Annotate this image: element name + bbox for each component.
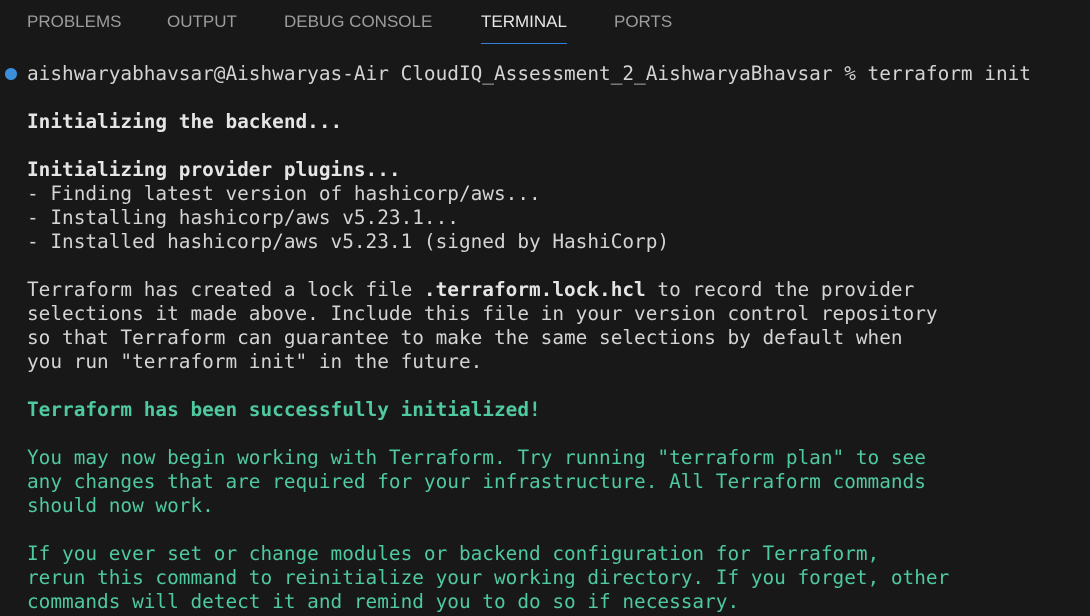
rerun-info-line: commands will detect it and remind you t… [27,590,740,613]
plugins-title-line: Initializing provider plugins... [27,158,401,181]
plugin-line: - Finding latest version of hashicorp/aw… [27,182,541,205]
command-status-dot-icon[interactable] [5,68,17,80]
plugin-line: - Installing hashicorp/aws v5.23.1... [27,206,459,229]
success-message-line: Terraform has been successfully initiali… [27,398,541,421]
lock-text-post: to record the provider [645,278,915,301]
lock-file-name: .terraform.lock.hcl [423,278,646,301]
next-steps-line: should now work. [27,494,214,517]
tab-ports[interactable]: PORTS [614,0,672,44]
tab-debug-console[interactable]: DEBUG CONSOLE [284,0,432,44]
tab-problems[interactable]: PROBLEMS [27,0,121,44]
rerun-info-line: If you ever set or change modules or bac… [27,542,880,565]
command-prompt-line: aishwaryabhavsar@Aishwaryas-Air CloudIQ_… [27,62,1031,85]
terminal-output[interactable]: aishwaryabhavsar@Aishwaryas-Air CloudIQ_… [0,62,1090,616]
lock-info-line: so that Terraform can guarantee to make … [27,326,903,349]
lock-file-line: Terraform has created a lock file .terra… [27,278,914,302]
rerun-info-line: rerun this command to reinitialize your … [27,566,950,589]
tab-terminal[interactable]: TERMINAL [481,0,567,44]
lock-info-line: you run "terraform init" in the future. [27,350,483,373]
backend-status-line: Initializing the backend... [27,110,343,133]
lock-info-line: selections it made above. Include this f… [27,302,938,325]
next-steps-line: You may now begin working with Terraform… [27,446,926,469]
lock-text-pre: Terraform has created a lock file [27,278,424,301]
next-steps-line: any changes that are required for your i… [27,470,926,493]
plugin-line: - Installed hashicorp/aws v5.23.1 (signe… [27,230,670,253]
terminal-panel: PROBLEMS OUTPUT DEBUG CONSOLE TERMINAL P… [0,0,1090,616]
tab-output[interactable]: OUTPUT [167,0,237,44]
panel-tab-bar: PROBLEMS OUTPUT DEBUG CONSOLE TERMINAL P… [0,0,1090,44]
